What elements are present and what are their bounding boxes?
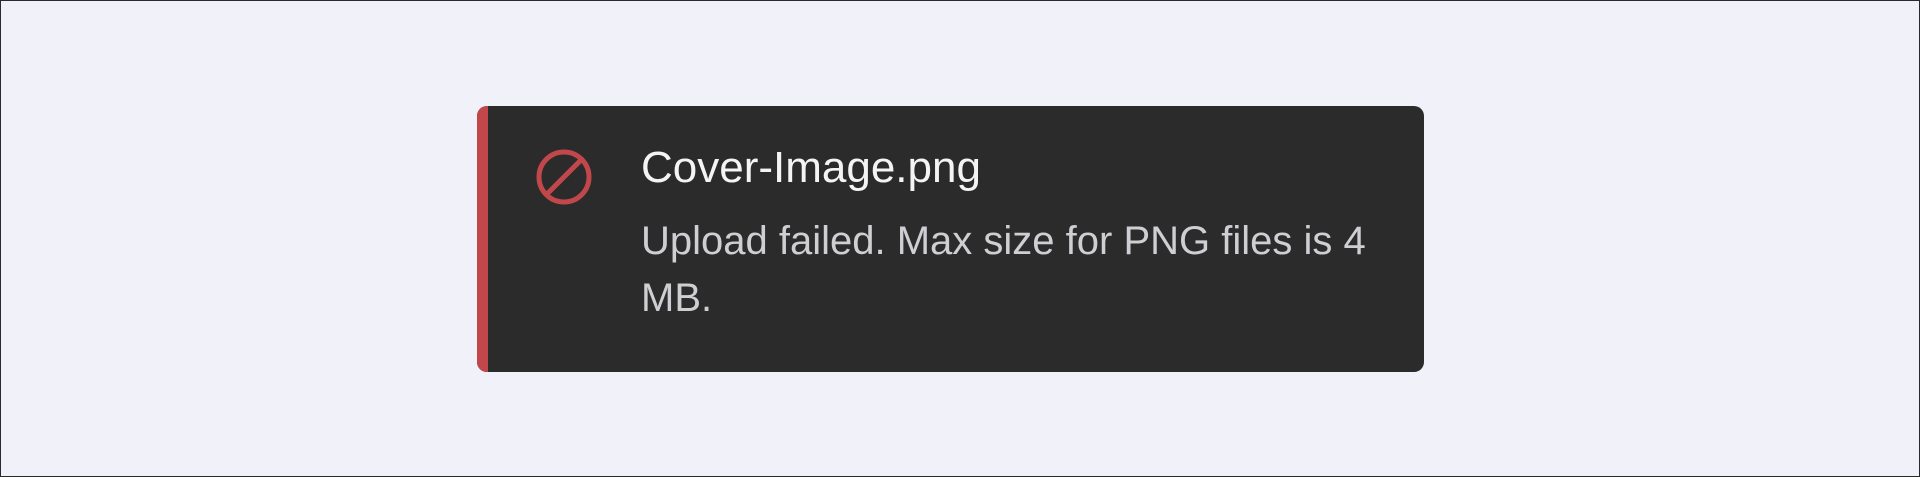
error-message: Upload failed. Max size for PNG files is… <box>641 218 1366 320</box>
file-name: Cover-Image.png <box>641 143 981 192</box>
toast-content: Cover-Image.png Upload failed. Max size … <box>641 142 1380 327</box>
error-toast: Cover-Image.png Upload failed. Max size … <box>477 106 1424 372</box>
prohibited-icon <box>535 148 593 206</box>
error-accent-bar <box>477 106 488 372</box>
